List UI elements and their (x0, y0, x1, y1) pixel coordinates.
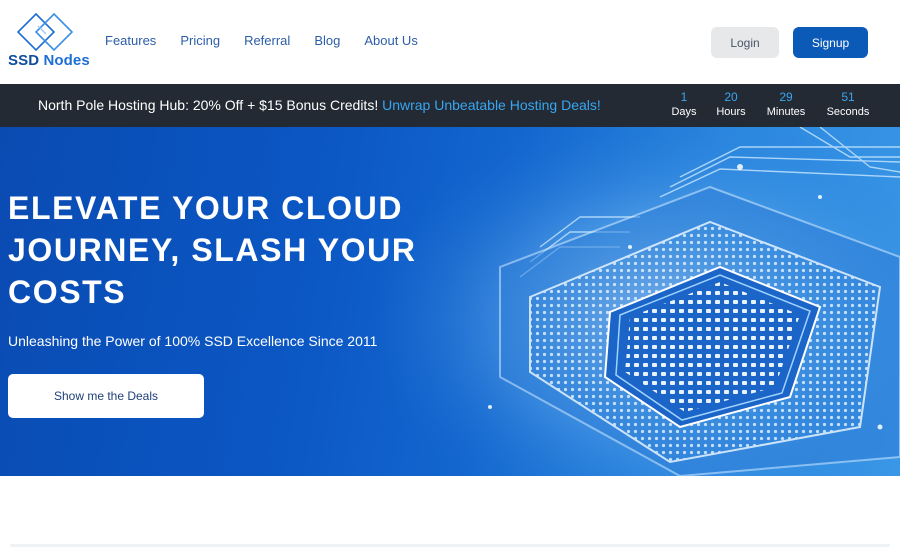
countdown-days: 1 Days (668, 90, 700, 122)
nav-blog[interactable]: Blog (314, 33, 340, 48)
show-deals-button[interactable]: Show me the Deals (8, 374, 204, 418)
nav-features[interactable]: Features (105, 33, 156, 48)
countdown-minutes-value: 29 (779, 90, 793, 104)
hero-subtitle: Unleashing the Power of 100% SSD Excelle… (8, 333, 378, 349)
cpu-chip-illustration (380, 127, 900, 476)
countdown-days-value: 1 (680, 90, 688, 104)
countdown-hours: 20 Hours (712, 90, 750, 122)
promo-text: North Pole Hosting Hub: 20% Off + $15 Bo… (38, 97, 601, 113)
diamond-logo-icon (16, 12, 74, 52)
countdown-seconds: 51 Seconds (822, 90, 874, 122)
brand-name-nodes: Nodes (43, 52, 90, 69)
countdown-seconds-value: 51 (841, 90, 855, 104)
promo-message: North Pole Hosting Hub: 20% Off + $15 Bo… (38, 97, 383, 113)
signup-button[interactable]: Signup (793, 27, 868, 58)
site-header: SSD Nodes Features Pricing Referral Blog… (0, 0, 900, 84)
countdown-seconds-label: Seconds (826, 106, 870, 118)
nav-pricing[interactable]: Pricing (180, 33, 220, 48)
hero-title: ELEVATE YOUR CLOUD JOURNEY, SLASH YOUR C… (8, 190, 417, 310)
login-button[interactable]: Login (711, 27, 779, 58)
nav-referral[interactable]: Referral (244, 33, 290, 48)
brand-name: SSD Nodes (8, 52, 90, 69)
nav-about-us[interactable]: About Us (364, 33, 417, 48)
brand-logo[interactable]: SSD Nodes (8, 12, 90, 72)
section-divider (10, 544, 890, 547)
promo-banner: North Pole Hosting Hub: 20% Off + $15 Bo… (0, 84, 900, 127)
promo-deals-link[interactable]: Unwrap Unbeatable Hosting Deals! (382, 97, 601, 113)
main-nav: Features Pricing Referral Blog About Us (105, 33, 442, 48)
countdown-days-label: Days (671, 106, 697, 118)
countdown-minutes-label: Minutes (766, 106, 806, 118)
countdown-hours-label: Hours (716, 106, 746, 118)
hero-section: ELEVATE YOUR CLOUD JOURNEY, SLASH YOUR C… (0, 127, 900, 476)
countdown-minutes: 29 Minutes (763, 90, 809, 122)
countdown-hours-value: 20 (724, 90, 738, 104)
brand-name-ssd: SSD (8, 52, 40, 69)
